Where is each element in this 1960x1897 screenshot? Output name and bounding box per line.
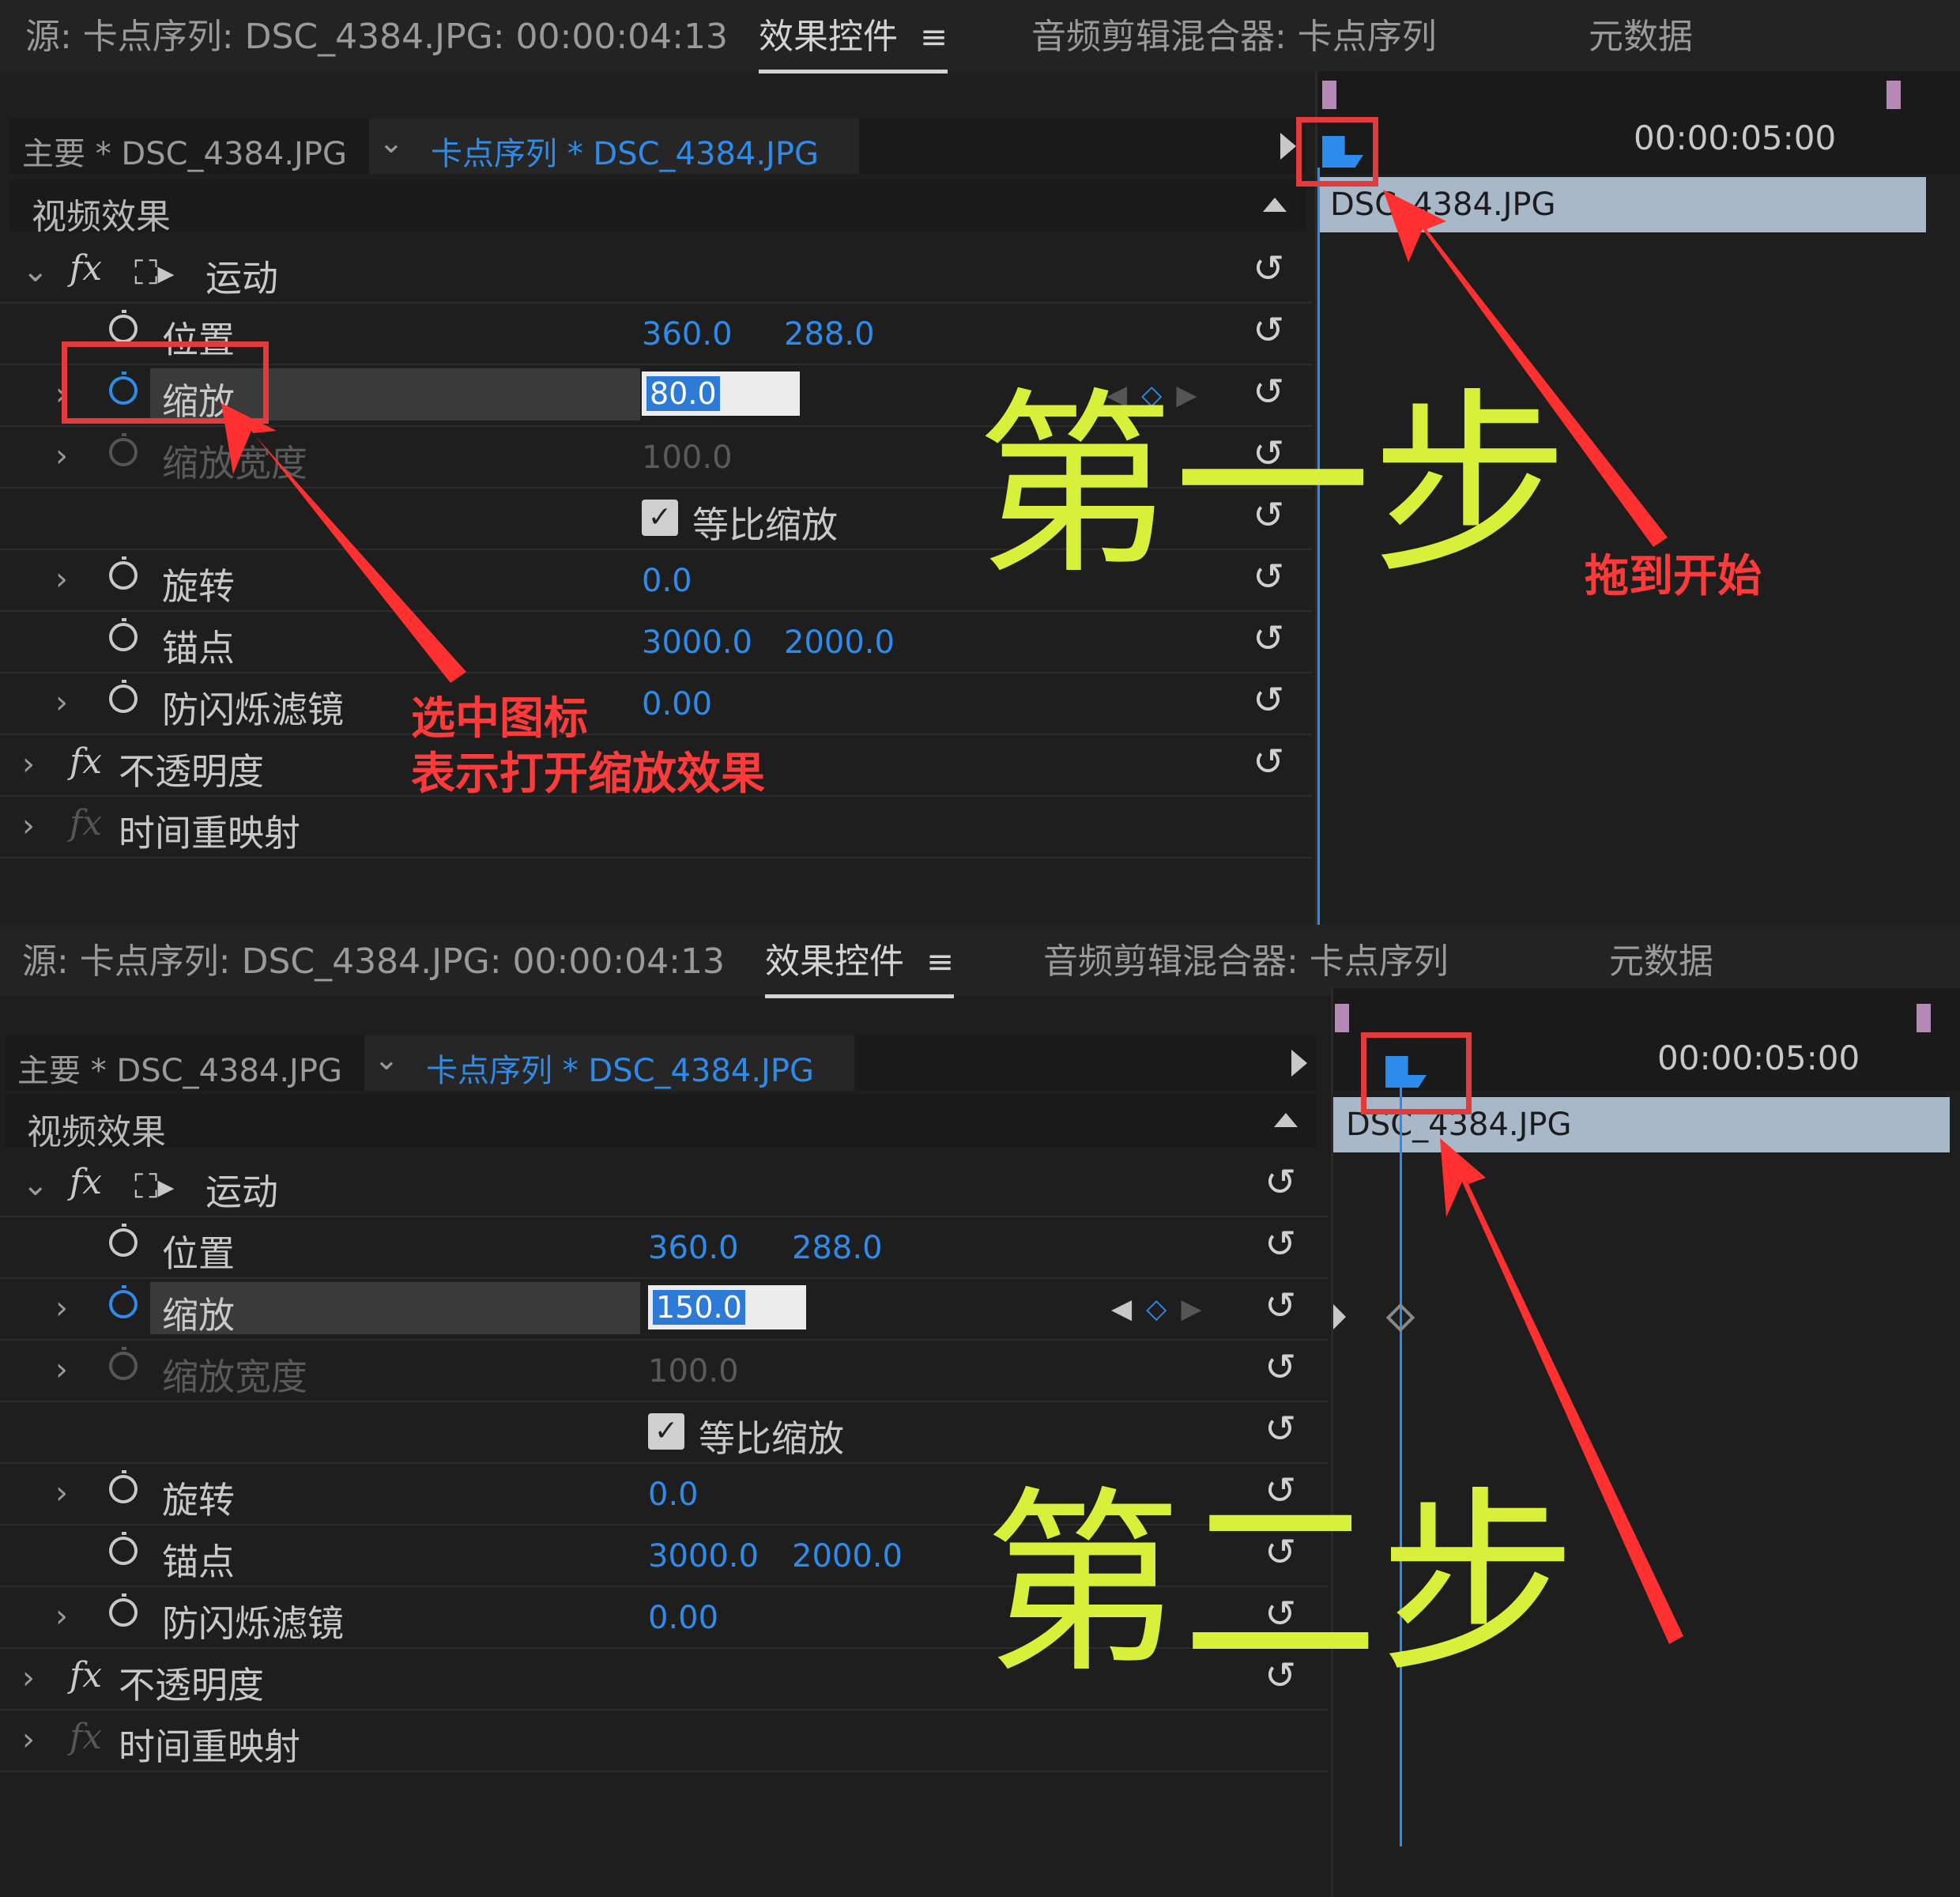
- annotation-step1: 第一步: [976, 371, 1569, 601]
- annotation-arrows: [221, 190, 1683, 1644]
- annotation-step2: 第二步: [984, 1469, 1577, 1699]
- annotation-select-icon: 选中图标 表示打开缩放效果: [411, 692, 765, 802]
- arrow-select-icon: [221, 403, 466, 683]
- annotation-select-icon-line1: 选中图标: [411, 693, 588, 745]
- annotation-select-icon-line2: 表示打开缩放效果: [411, 749, 765, 800]
- annotation-drag-to-start: 拖到开始: [1585, 551, 1762, 602]
